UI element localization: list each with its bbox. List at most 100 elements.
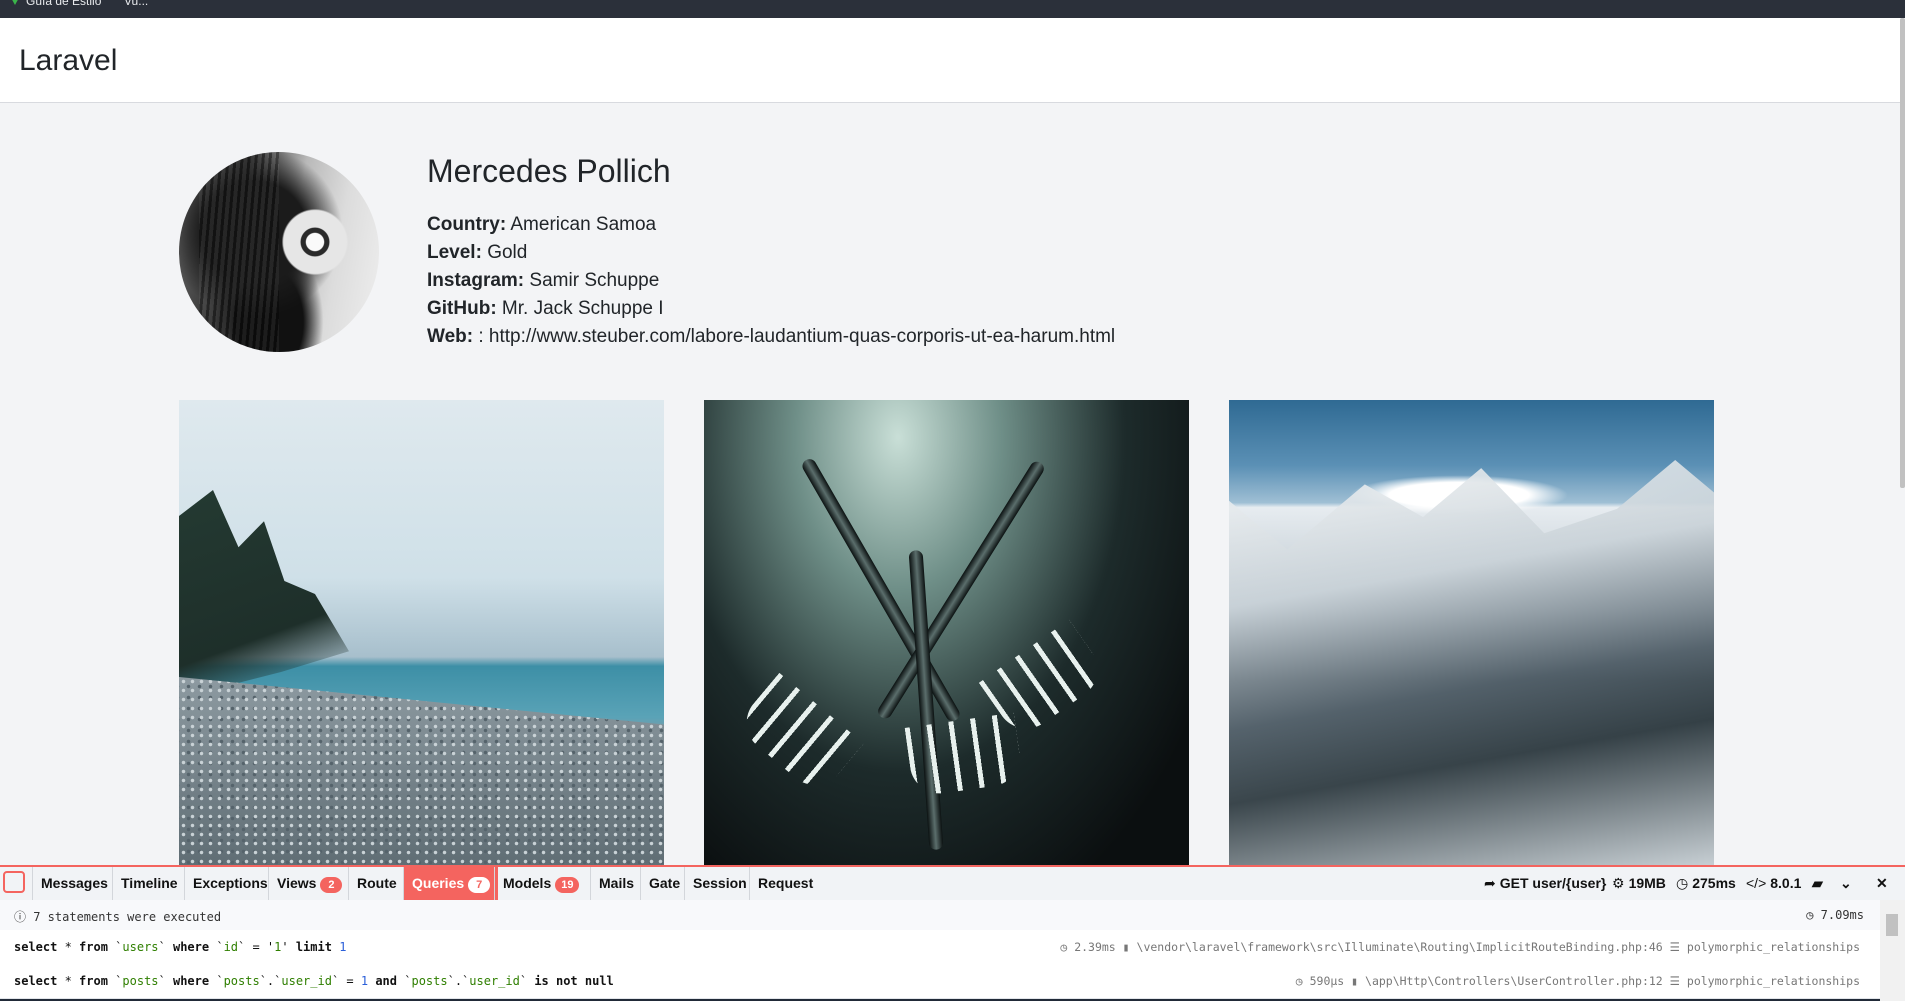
status-time-wrap: ◷ 7.09ms [1806,908,1864,922]
detail-label: Web: [427,326,474,347]
share-icon: ➦ [1484,875,1496,891]
tab-label: Session [693,875,747,891]
fork-tines [904,712,1024,798]
bookmarks-bar: Guía de Estilo Vu... [0,0,1905,18]
detail-value: Mr. Jack Schuppe I [496,298,664,319]
clock-icon: ◷ [1806,908,1821,922]
query-sql: select * from `users` where `id` = '1' l… [14,940,347,954]
profile-details: Country: American Samoa Level: Gold Inst… [427,211,1115,351]
brand-link[interactable]: Laravel [19,44,117,78]
clock-icon: ◷ [1676,875,1689,891]
detail-country: Country: American Samoa [427,211,1115,239]
memory-info: ⚙ 19MB [1612,867,1666,900]
query-duration: 2.39ms [1074,940,1116,954]
clock-icon: ◷ [1295,974,1310,988]
tab-route[interactable]: Route [348,867,405,900]
photo-mountains[interactable] [1229,400,1714,867]
database-icon: ☰ [1669,974,1687,988]
detail-label: Instagram: [427,270,525,291]
detail-value: American Samoa [506,214,657,235]
bookmark-vu[interactable]: Vu... [124,0,148,8]
detail-value: Gold [481,242,528,263]
query-source: \app\Http\Controllers\UserController.php… [1365,974,1663,988]
photo-beach[interactable] [179,400,664,867]
profile-name: Mercedes Pollich [427,153,671,189]
tab-badge: 19 [555,877,580,893]
tab-timeline[interactable]: Timeline [112,867,186,900]
scroll-thumb[interactable] [1886,914,1898,936]
cogs-icon: ⚙ [1612,875,1625,891]
fork-handle [799,456,963,724]
status-text: 7 statements were executed [33,910,222,924]
bookmark-label: Vu... [124,0,149,8]
tab-views[interactable]: Views 2 [268,867,350,900]
php-text: 8.0.1 [1770,875,1802,891]
page-scrollbar[interactable] [1900,18,1905,488]
debugbar-scrollbar[interactable] [1880,900,1905,1001]
tab-mails[interactable]: Mails [590,867,642,900]
close-icon[interactable]: ✕ [1876,867,1888,900]
tab-label: Models [503,875,552,891]
detail-label: GitHub: [427,298,497,319]
tab-gate[interactable]: Gate [640,867,688,900]
detail-label: Level: [427,242,482,263]
tab-label: Queries [412,875,465,891]
tab-messages[interactable]: Messages [32,867,116,900]
detail-instagram: Instagram: Samir Schuppe [427,267,1115,295]
tab-session[interactable]: Session [684,867,755,900]
tab-queries[interactable]: Queries 7 [403,867,499,900]
tab-label: Timeline [121,875,178,891]
status-time: 7.09ms [1820,908,1864,922]
pin-icon: ▮ [1351,974,1366,988]
php-version: </> 8.0.1 [1746,867,1801,900]
status-text-wrap: ⓘ 7 statements were executed [14,908,221,925]
query-meta: ◷ 2.39ms ▮ \vendor\laravel\framework\src… [1060,940,1860,954]
tab-label: Request [758,875,814,891]
debugbar-tabs: Messages Timeline Exceptions Views 2 Rout… [0,867,1905,900]
query-connection: polymorphic_relationships [1686,940,1860,954]
code-icon: </> [1746,875,1767,891]
folder-open-icon[interactable]: ▰ [1812,867,1823,900]
avatar [179,152,379,352]
duration-text: 275ms [1692,875,1736,891]
query-connection: polymorphic_relationships [1686,974,1860,988]
database-icon: ☰ [1669,940,1687,954]
laravel-logo-icon[interactable] [3,871,25,893]
debugbar: Messages Timeline Exceptions Views 2 Rout… [0,865,1905,1001]
tab-label: Route [357,875,397,891]
tab-label: Gate [649,875,681,891]
detail-web: Web: : http://www.steuber.com/labore-lau… [427,323,1115,351]
tab-request[interactable]: Request [749,867,821,900]
query-source: \vendor\laravel\framework\src\Illuminate… [1136,940,1663,954]
navbar: Laravel [0,18,1900,103]
chevron-down-icon[interactable]: ⌄ [1840,867,1852,900]
tab-badge: 7 [468,877,491,893]
bookmark-guia[interactable]: Guía de Estilo [10,0,101,8]
info-icon: ⓘ [14,910,34,924]
tab-label: Mails [599,875,635,891]
tab-exceptions[interactable]: Exceptions [184,867,276,900]
queries-status: ⓘ 7 statements were executed ◷ 7.09ms [0,900,1880,930]
request-info[interactable]: ➦ GET user/{user} [1484,867,1606,900]
query-duration: 590μs [1309,974,1345,988]
detail-level: Level: Gold [427,239,1115,267]
detail-value: : http://www.steuber.com/labore-laudanti… [473,326,1116,347]
photo-pebbles [179,677,664,867]
detail-value: Samir Schuppe [524,270,660,291]
query-sql: select * from `posts` where `posts`.`use… [14,974,614,988]
fork-tines [734,672,864,798]
query-meta: ◷ 590μs ▮ \app\Http\Controllers\UserCont… [1296,974,1860,988]
tab-label: Views [277,875,317,891]
tab-badge: 2 [320,877,343,893]
request-text: GET user/{user} [1499,875,1607,891]
query-row[interactable]: select * from `users` where `id` = '1' l… [0,930,1880,965]
clock-icon: ◷ [1060,940,1075,954]
vue-icon [10,0,20,5]
detail-label: Country: [427,214,507,235]
photo-forks[interactable] [704,400,1189,867]
pin-icon: ▮ [1122,940,1137,954]
query-row[interactable]: select * from `posts` where `posts`.`use… [0,964,1880,999]
duration-info[interactable]: ◷ 275ms [1676,867,1736,900]
tab-label: Messages [41,875,108,891]
tab-models[interactable]: Models 19 [494,867,587,900]
